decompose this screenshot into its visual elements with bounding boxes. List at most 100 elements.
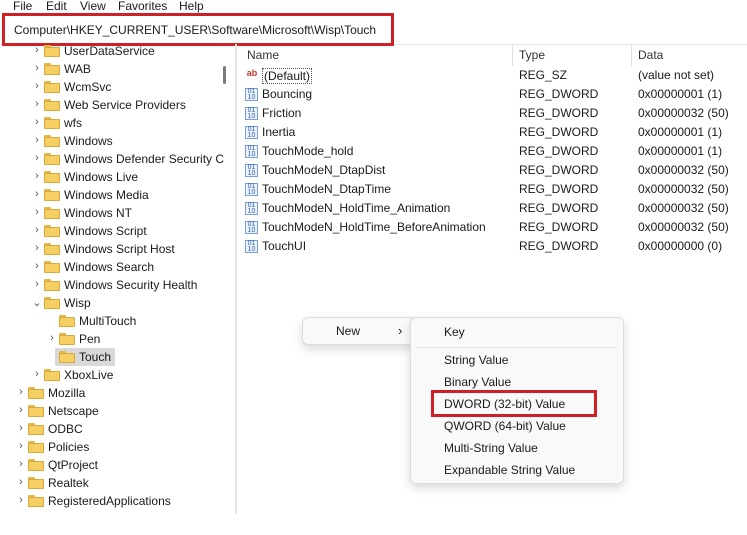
column-divider[interactable] xyxy=(631,44,632,66)
tree-item-windows-defender-security-c[interactable]: › Windows Defender Security C xyxy=(0,150,236,168)
column-divider[interactable] xyxy=(512,44,513,66)
chevron-right-icon[interactable]: › xyxy=(16,494,26,506)
tree-item-web-service-providers[interactable]: › Web Service Providers xyxy=(0,96,236,114)
tree-item-wfs[interactable]: › wfs xyxy=(0,114,236,132)
folder-icon xyxy=(44,45,60,57)
column-header-type[interactable]: Type xyxy=(519,48,545,62)
tree-item-wcmsvc[interactable]: › WcmSvc xyxy=(0,78,236,96)
tree-item-registeredapplications[interactable]: › RegisteredApplications xyxy=(0,492,236,510)
value-data: 0x00000000 (0) xyxy=(638,239,723,253)
value-row[interactable]: 01 10 TouchMode_hold REG_DWORD 0x00000001 (1… xyxy=(237,142,747,161)
binary-value-icon: 01 10 xyxy=(245,145,258,158)
tree-item-qtproject[interactable]: › QtProject xyxy=(0,456,236,474)
chevron-right-icon[interactable]: › xyxy=(32,44,42,56)
tree-item-wab[interactable]: › WAB xyxy=(0,60,236,78)
column-header-data[interactable]: Data xyxy=(638,48,663,62)
tree-item-windows-live[interactable]: › Windows Live xyxy=(0,168,236,186)
tree-item-windows-script-host[interactable]: › Windows Script Host xyxy=(0,240,236,258)
folder-icon xyxy=(44,81,60,93)
menu-help[interactable]: Help xyxy=(179,0,204,13)
menu-edit[interactable]: Edit xyxy=(46,0,67,13)
value-name: Friction xyxy=(262,106,302,120)
menu-file[interactable]: File xyxy=(13,0,32,13)
submenu-item-new-qword-value[interactable]: QWORD (64-bit) Value xyxy=(444,419,566,433)
submenu-item-new-key[interactable]: Key xyxy=(444,325,465,339)
tree-item-label: QtProject xyxy=(48,458,99,472)
value-name: TouchModeN_HoldTime_Animation xyxy=(262,201,451,215)
chevron-right-icon[interactable]: › xyxy=(32,206,42,218)
folder-icon xyxy=(44,279,60,291)
chevron-right-icon[interactable]: › xyxy=(32,224,42,236)
chevron-right-icon[interactable]: › xyxy=(32,98,42,110)
tree-item-windows-media[interactable]: › Windows Media xyxy=(0,186,236,204)
submenu-item-new-string-value[interactable]: String Value xyxy=(444,353,508,367)
tree-item-touch[interactable]: Touch xyxy=(0,348,236,366)
chevron-right-icon[interactable]: › xyxy=(32,116,42,128)
chevron-right-icon[interactable]: › xyxy=(32,62,42,74)
tree-item-xboxlive[interactable]: › XboxLive xyxy=(0,366,236,384)
chevron-right-icon[interactable]: › xyxy=(16,404,26,416)
folder-icon xyxy=(44,243,60,255)
tree-item-label: Wisp xyxy=(64,296,91,310)
tree-item-mozilla[interactable]: › Mozilla xyxy=(0,384,236,402)
value-data: 0x00000001 (1) xyxy=(638,87,723,101)
folder-icon xyxy=(28,387,44,399)
value-row[interactable]: ab (Default) REG_SZ (value not set) xyxy=(237,66,747,85)
tree-item-windows-security-health[interactable]: › Windows Security Health xyxy=(0,276,236,294)
value-row[interactable]: 01 10 TouchModeN_HoldTime_BeforeAnimation R… xyxy=(237,218,747,237)
submenu-item-new-expandable-string-value[interactable]: Expandable String Value xyxy=(444,463,575,477)
binary-value-icon: 01 10 xyxy=(245,240,258,253)
tree-item-wisp[interactable]: ⌄ Wisp xyxy=(0,294,236,312)
chevron-right-icon[interactable]: › xyxy=(16,476,26,488)
chevron-right-icon[interactable]: › xyxy=(32,80,42,92)
submenu-item-new-binary-value[interactable]: Binary Value xyxy=(444,375,511,389)
chevron-right-icon[interactable]: › xyxy=(32,368,42,380)
value-row[interactable]: 01 10 TouchModeN_DtapDist REG_DWORD 0x000000… xyxy=(237,161,747,180)
menu-favorites[interactable]: Favorites xyxy=(118,0,167,13)
value-name: TouchUI xyxy=(262,239,307,253)
value-name: TouchModeN_DtapTime xyxy=(262,182,391,196)
menu-view[interactable]: View xyxy=(80,0,106,13)
tree-item-odbc[interactable]: › ODBC xyxy=(0,420,236,438)
tree-item-windows-nt[interactable]: › Windows NT xyxy=(0,204,236,222)
tree-scrollbar[interactable] xyxy=(223,66,226,84)
value-row[interactable]: 01 10 Inertia REG_DWORD 0x00000001 (1) xyxy=(237,123,747,142)
tree-item-windows[interactable]: › Windows xyxy=(0,132,236,150)
tree-item-realtek[interactable]: › Realtek xyxy=(0,474,236,492)
chevron-right-icon[interactable]: › xyxy=(16,422,26,434)
value-row[interactable]: 01 10 TouchUI REG_DWORD 0x00000000 (0) xyxy=(237,237,747,256)
folder-icon xyxy=(44,171,60,183)
tree-item-netscape[interactable]: › Netscape xyxy=(0,402,236,420)
folder-icon xyxy=(44,189,60,201)
value-row[interactable]: 01 10 Friction REG_DWORD 0x00000032 (50) xyxy=(237,104,747,123)
chevron-right-icon[interactable]: › xyxy=(16,440,26,452)
value-row[interactable]: 01 10 TouchModeN_DtapTime REG_DWORD 0x000000… xyxy=(237,180,747,199)
chevron-right-icon[interactable]: › xyxy=(32,260,42,272)
tree-item-multitouch[interactable]: MultiTouch xyxy=(0,312,236,330)
submenu-item-new-multi-string-value[interactable]: Multi-String Value xyxy=(444,441,538,455)
chevron-down-icon[interactable]: ⌄ xyxy=(32,296,42,309)
tree-item-windows-search[interactable]: › Windows Search xyxy=(0,258,236,276)
chevron-right-icon[interactable]: › xyxy=(47,332,57,344)
value-row[interactable]: 01 10 Bouncing REG_DWORD 0x00000001 (1) xyxy=(237,85,747,104)
chevron-right-icon[interactable]: › xyxy=(32,278,42,290)
tree-item-userdataservice[interactable]: › UserDataService xyxy=(0,44,236,60)
registry-tree[interactable]: › UserDataService › WAB › WcmSvc › Web Service … xyxy=(0,44,236,514)
value-row[interactable]: 01 10 TouchModeN_HoldTime_Animation REG_DWO… xyxy=(237,199,747,218)
chevron-right-icon[interactable]: › xyxy=(32,170,42,182)
tree-item-pen[interactable]: › Pen xyxy=(0,330,236,348)
tree-item-label: XboxLive xyxy=(64,368,114,382)
column-header-name[interactable]: Name xyxy=(247,48,279,62)
chevron-right-icon[interactable]: › xyxy=(32,134,42,146)
chevron-right-icon[interactable]: › xyxy=(32,188,42,200)
context-menu-new[interactable]: New xyxy=(336,324,360,338)
folder-icon xyxy=(28,423,44,435)
tree-item-policies[interactable]: › Policies xyxy=(0,438,236,456)
tree-item-windows-script[interactable]: › Windows Script xyxy=(0,222,236,240)
chevron-right-icon[interactable]: › xyxy=(16,386,26,398)
chevron-right-icon[interactable]: › xyxy=(32,152,42,164)
chevron-right-icon[interactable]: › xyxy=(16,458,26,470)
binary-value-icon: 01 10 xyxy=(245,126,258,139)
chevron-right-icon[interactable]: › xyxy=(32,242,42,254)
folder-icon xyxy=(44,117,60,129)
